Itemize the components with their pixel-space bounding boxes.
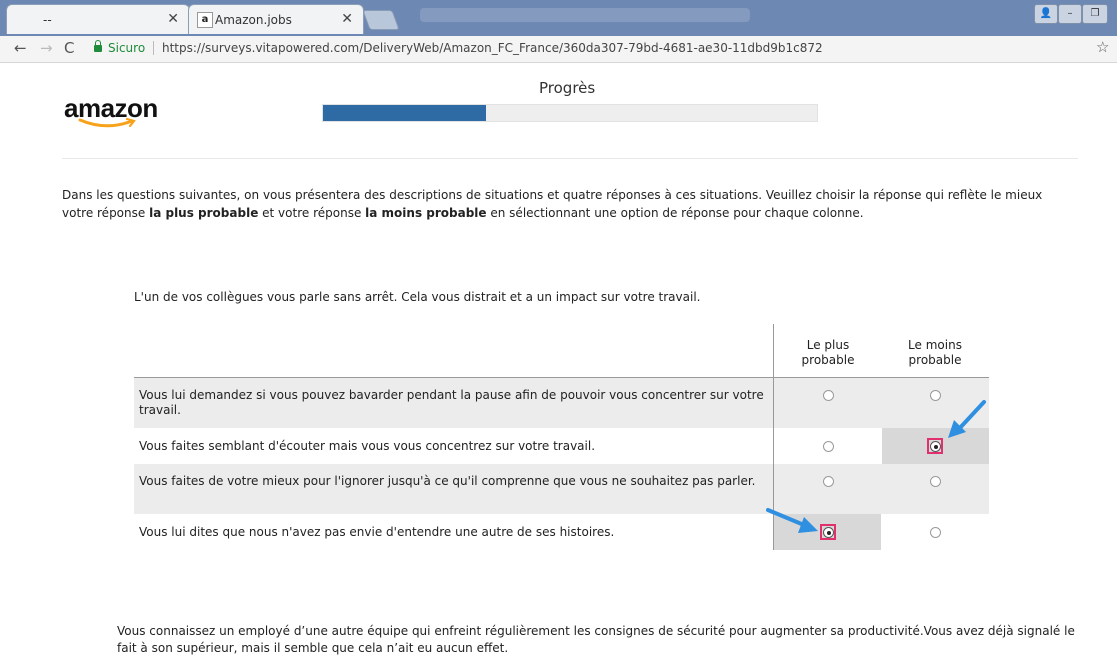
radio-most-option-2[interactable]: [823, 441, 834, 452]
lock-icon: [94, 40, 102, 52]
option-text: Vous faites de votre mieux pour l'ignore…: [139, 474, 756, 488]
option-text: Vous lui demandez si vous pouvez bavarde…: [139, 388, 764, 417]
tab-blank[interactable]: -- ✕: [6, 4, 190, 34]
column-header-most-likely: Le plus probable: [801, 338, 855, 367]
header-divider: [62, 158, 1078, 159]
close-tab-icon[interactable]: ✕: [167, 11, 179, 27]
annotation-arrow-icon: [766, 508, 818, 533]
amazon-logo: amazon: [64, 93, 158, 128]
new-tab-button[interactable]: [362, 10, 400, 30]
tab-amazon-jobs[interactable]: a Amazon.jobs ✕: [188, 4, 364, 34]
window-title-blur: [420, 8, 750, 22]
radio-most-option-3[interactable]: [823, 476, 834, 487]
progress-label: Progrès: [539, 79, 596, 97]
question-2-text: Vous connaissez un employé d’une autre é…: [117, 624, 1075, 655]
radio-least-option-4[interactable]: [930, 527, 941, 538]
address-bar: ← → C Sicuro https://surveys.vitapowered…: [0, 36, 1117, 63]
user-icon[interactable]: 👤: [1034, 4, 1058, 24]
tab-label: Amazon.jobs: [215, 13, 292, 27]
divider: [153, 41, 154, 55]
radio-most-option-1[interactable]: [823, 390, 834, 401]
radio-least-option-1[interactable]: [930, 390, 941, 401]
url-field[interactable]: https://surveys.vitapowered.com/Delivery…: [162, 41, 823, 55]
radio-least-option-3[interactable]: [930, 476, 941, 487]
option-text: Vous faites semblant d'écouter mais vous…: [139, 439, 596, 453]
intro-text: et votre réponse: [258, 206, 366, 220]
intro-bold-most: la plus probable: [149, 206, 259, 220]
secure-label: Sicuro: [108, 41, 146, 55]
question-1-text: L'un de vos collègues vous parle sans ar…: [134, 290, 701, 304]
minimize-icon[interactable]: –: [1058, 4, 1082, 24]
progress-bar: [322, 104, 818, 122]
option-row: Vous faites de votre mieux pour l'ignore…: [134, 464, 989, 514]
header-rule: [134, 377, 989, 378]
column-header-least-likely: Le moins probable: [908, 338, 962, 367]
intro-bold-least: la moins probable: [365, 206, 487, 220]
reload-icon[interactable]: C: [64, 39, 74, 57]
radio-most-option-4[interactable]: [823, 527, 834, 538]
radio-least-option-2[interactable]: [930, 441, 941, 452]
progress-fill: [323, 105, 487, 121]
option-row: Vous faites semblant d'écouter mais vous…: [134, 428, 989, 464]
close-tab-icon[interactable]: ✕: [341, 11, 353, 27]
instructions: Dans les questions suivantes, on vous pr…: [62, 186, 1062, 222]
amazon-smile-icon: [78, 117, 136, 128]
option-text: Vous lui dites que nous n'avez pas envie…: [139, 525, 615, 539]
forward-arrow-icon[interactable]: →: [40, 39, 53, 57]
tab-label: --: [43, 13, 52, 27]
intro-text: en sélectionnant une option de réponse p…: [486, 206, 864, 220]
browser-tab-bar: -- ✕ a Amazon.jobs ✕ 👤 – ❐: [0, 0, 1117, 36]
back-arrow-icon[interactable]: ←: [14, 39, 27, 57]
annotation-arrow-icon: [948, 400, 986, 438]
restore-icon[interactable]: ❐: [1082, 4, 1108, 24]
bookmark-star-icon[interactable]: ☆: [1096, 38, 1109, 56]
option-row: Vous lui demandez si vous pouvez bavarde…: [134, 378, 989, 428]
amazon-favicon-icon: a: [197, 12, 213, 28]
